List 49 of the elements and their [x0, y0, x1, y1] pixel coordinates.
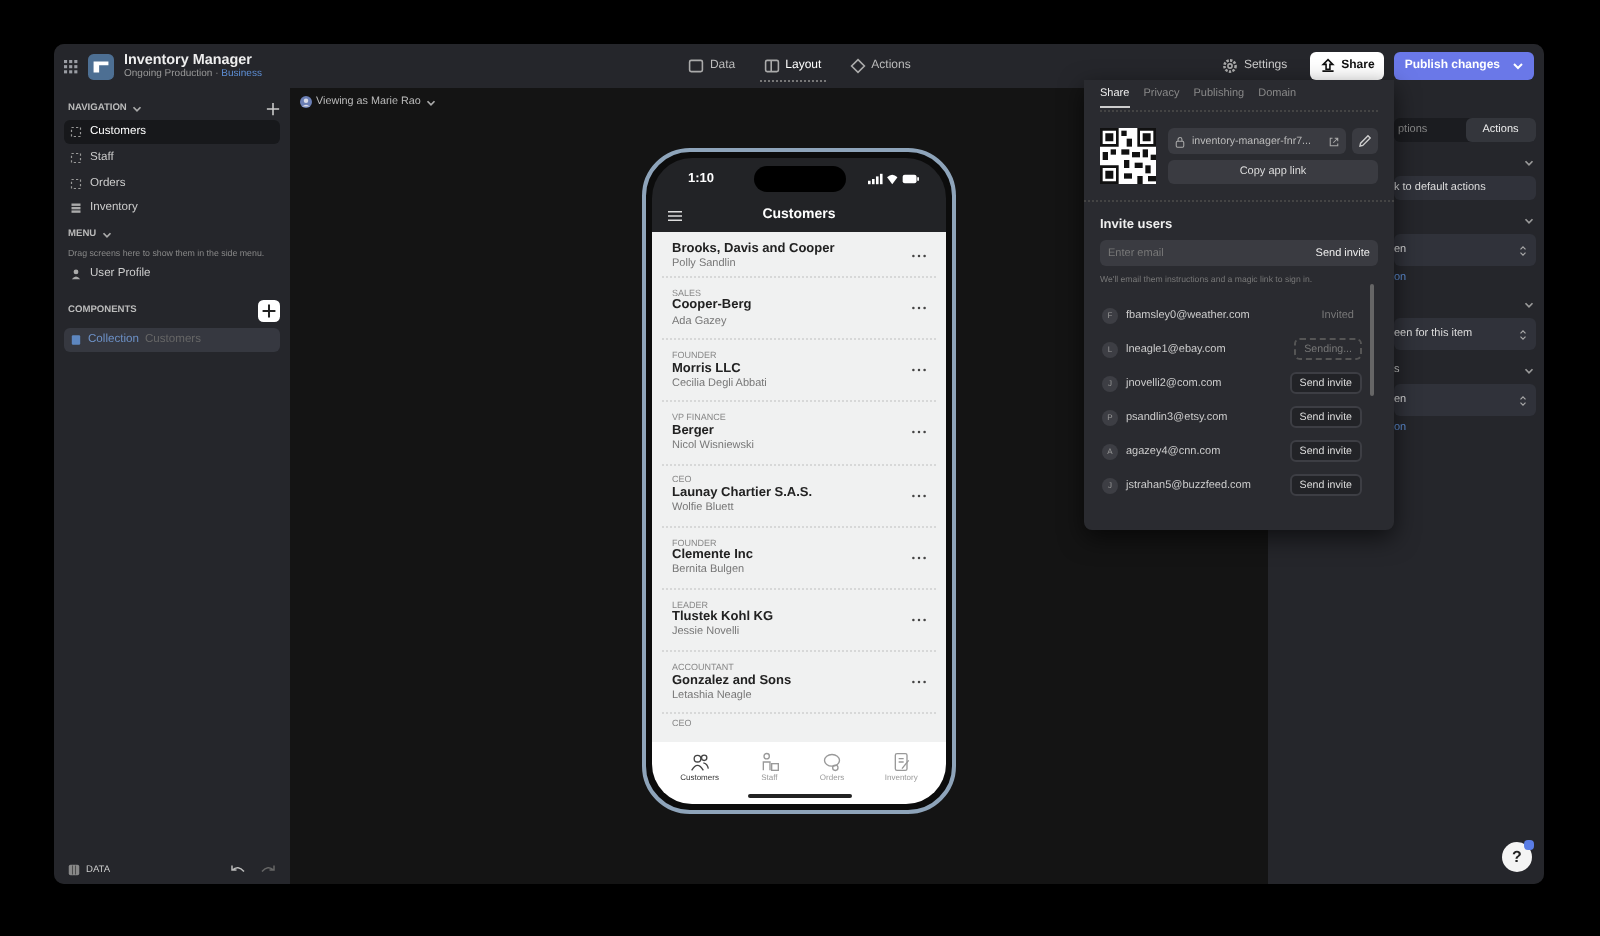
tab-icon: [759, 751, 780, 771]
notification-badge: [1524, 840, 1534, 850]
mode-icon: [849, 57, 866, 73]
redo-icon[interactable]: [260, 864, 276, 876]
menu-icon[interactable]: [668, 209, 682, 221]
chevron-icon[interactable]: [1522, 297, 1536, 311]
more-icon[interactable]: [912, 368, 926, 373]
dynamic-island: [753, 166, 845, 192]
more-icon[interactable]: [912, 306, 926, 311]
chevron-icon[interactable]: [130, 101, 145, 115]
screen-icon: [70, 126, 82, 138]
updown-icon: [1518, 393, 1528, 407]
more-icon[interactable]: [912, 555, 926, 560]
qr-code: [1100, 128, 1156, 184]
scrollbar[interactable]: [1370, 284, 1374, 396]
chevron-icon[interactable]: [1522, 213, 1536, 227]
more-icon[interactable]: [912, 493, 926, 498]
caret-icon: [424, 95, 439, 109]
more-icon[interactable]: [912, 680, 926, 685]
tab-icon: [689, 751, 710, 771]
settings-icon: [1221, 58, 1238, 74]
chevron-icon[interactable]: [1522, 363, 1536, 377]
person-icon: [70, 268, 82, 281]
add-component-button[interactable]: [258, 300, 280, 323]
caret-icon[interactable]: [1510, 58, 1526, 74]
collection-icon: [70, 333, 82, 346]
avatar-icon: [300, 96, 312, 108]
tab-icon: [822, 751, 843, 771]
undo-icon[interactable]: [230, 864, 246, 876]
chevron-icon[interactable]: [1522, 155, 1536, 169]
screen-icon: [70, 202, 82, 215]
updown-icon: [1518, 327, 1528, 341]
share-icon: [1319, 58, 1336, 74]
database-icon[interactable]: [68, 864, 80, 876]
updown-icon: [1518, 243, 1528, 257]
apps-grid-icon[interactable]: [64, 59, 78, 73]
home-indicator: [747, 794, 851, 798]
mode-icon: [763, 57, 780, 73]
more-icon[interactable]: [912, 618, 926, 623]
more-icon[interactable]: [912, 430, 926, 435]
tab-icon: [891, 751, 912, 771]
external-link-icon[interactable]: [1328, 135, 1340, 147]
add-icon[interactable]: [266, 101, 280, 115]
chevron-icon[interactable]: [100, 227, 115, 242]
lock-icon: [1174, 135, 1186, 147]
edit-button[interactable]: [1352, 128, 1378, 154]
status-icons-drawing: [868, 171, 920, 185]
mode-icon: [687, 57, 704, 73]
app-logo-icon: [88, 53, 114, 79]
